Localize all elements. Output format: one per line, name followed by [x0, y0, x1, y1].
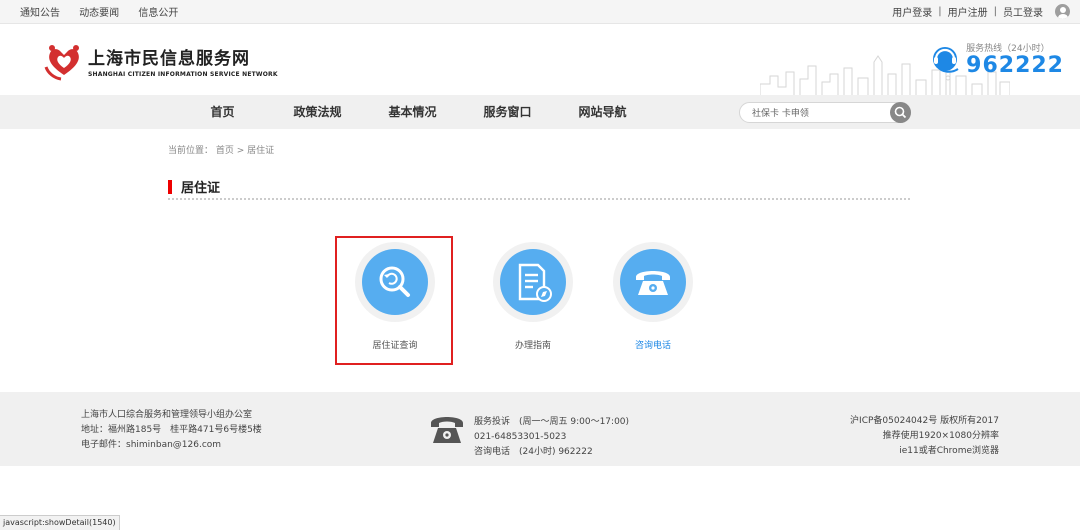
search-button[interactable]: [890, 102, 911, 123]
footer-address: 地址：福州路185号 桂平路471号6号楼5楼: [81, 425, 262, 435]
footer-org-info: 上海市人口综合服务和管理领导小组办公室 地址：福州路185号 桂平路471号6号…: [81, 408, 262, 453]
selection-highlight: [335, 236, 453, 365]
top-link-news[interactable]: 动态要闻: [79, 8, 119, 19]
separator: |: [993, 6, 997, 17]
main-nav: 首页 政策法规 基本情况 服务窗口 网站导航: [0, 95, 1080, 129]
title-accent-bar: [168, 179, 172, 194]
account-links: 用户登录 | 用户注册 | 员工登录: [892, 4, 1070, 19]
breadcrumb-home[interactable]: 首页: [216, 146, 234, 156]
card-label: 咨询电话: [634, 341, 671, 351]
user-register-link[interactable]: 用户注册: [948, 4, 988, 19]
footer-complaint: 服务投诉 (周一～周五 9:00～17:00): [474, 417, 630, 427]
breadcrumb-arrow: >: [233, 146, 248, 156]
footer-legal: 沪ICP备05024042号 版权所有2017 推荐使用1920×1080分辨率…: [850, 414, 999, 459]
breadcrumb: 当前位置： 首页 > 居住证: [168, 143, 274, 156]
headset-service-icon: [933, 46, 959, 73]
footer-browser: ie11或者Chrome浏览器: [899, 446, 999, 456]
breadcrumb-current: 居住证: [247, 146, 275, 156]
nav-item-site-map[interactable]: 网站导航: [555, 95, 650, 129]
heart-hands-logo-icon: [44, 45, 79, 81]
nav-item-basic-info[interactable]: 基本情况: [365, 95, 460, 129]
top-links: 通知公告 动态要闻 信息公开: [20, 4, 194, 19]
site-name-en: SHANGHAI CITIZEN INFORMATION SERVICE NET…: [88, 71, 278, 78]
telephone-icon: [636, 271, 670, 295]
user-avatar-icon[interactable]: [1055, 4, 1070, 19]
footer-org: 上海市人口综合服务和管理领导小组办公室: [81, 410, 253, 420]
telephone-icon: [431, 417, 463, 443]
footer-icp[interactable]: 沪ICP备05024042号 版权所有2017: [850, 414, 999, 429]
document-compass-icon: [518, 263, 552, 302]
search-input[interactable]: [740, 103, 880, 122]
page-title-text: 居住证: [181, 181, 221, 196]
search-icon: [894, 106, 907, 119]
footer-resolution: 推荐使用1920×1080分辨率: [882, 431, 999, 441]
search-box: [739, 102, 911, 123]
service-hotline: 服务热线（24小时） 962222: [928, 41, 1064, 78]
footer-complaint-phone: 021-64853301-5023: [474, 432, 567, 442]
footer-contact: 服务投诉 (周一～周五 9:00～17:00) 021-64853301-502…: [430, 413, 629, 460]
page-title: 居住证: [168, 177, 220, 196]
top-link-info-public[interactable]: 信息公开: [138, 8, 178, 19]
site-header: 上海市民信息服务网 SHANGHAI CITIZEN INFORMATION S…: [0, 24, 1080, 95]
footer-consult: 咨询电话 (24小时) 962222: [474, 447, 593, 457]
nav-item-policy[interactable]: 政策法规: [270, 95, 365, 129]
nav-item-home[interactable]: 首页: [175, 95, 270, 129]
user-login-link[interactable]: 用户登录: [892, 4, 932, 19]
card-label: 办理指南: [514, 341, 551, 351]
card-consult-phone[interactable]: 咨询电话: [613, 242, 693, 351]
footer-email: 电子邮件：shiminban@126.com: [81, 440, 222, 450]
top-bar: 通知公告 动态要闻 信息公开 用户登录 | 用户注册 | 员工登录: [0, 0, 1080, 24]
nav-item-service-window[interactable]: 服务窗口: [460, 95, 555, 129]
hotline-number: 962222: [966, 53, 1064, 78]
site-logo[interactable]: 上海市民信息服务网 SHANGHAI CITIZEN INFORMATION S…: [44, 41, 278, 81]
site-name: 上海市民信息服务网: [88, 49, 250, 69]
browser-status-bar: javascript:showDetail(1540): [0, 515, 120, 530]
staff-login-link[interactable]: 员工登录: [1003, 4, 1043, 19]
site-footer: 上海市人口综合服务和管理领导小组办公室 地址：福州路185号 桂平路471号6号…: [0, 392, 1080, 466]
separator: |: [938, 6, 942, 17]
top-link-notice[interactable]: 通知公告: [20, 8, 60, 19]
breadcrumb-prefix: 当前位置：: [168, 146, 214, 156]
dotted-divider: [168, 198, 910, 200]
card-guide[interactable]: 办理指南: [493, 242, 573, 351]
